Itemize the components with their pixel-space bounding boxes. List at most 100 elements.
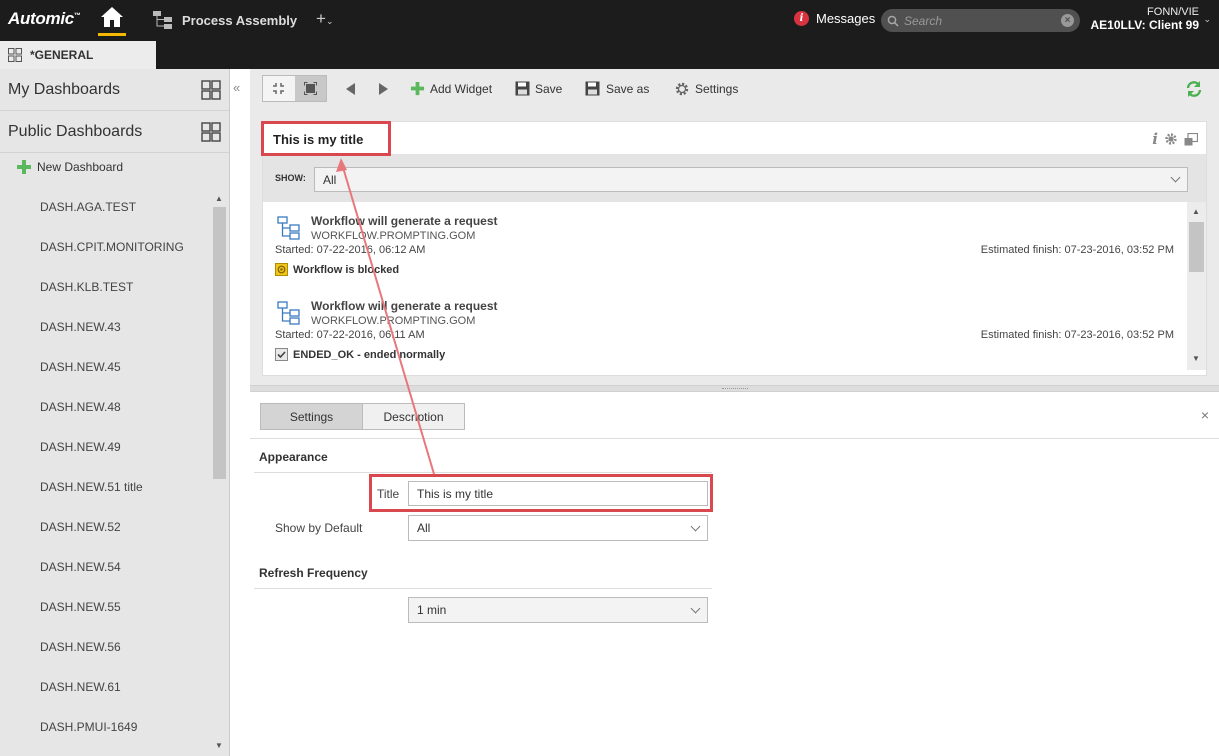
new-dashboard-button[interactable]: New Dashboard [16,159,123,175]
list-item[interactable]: DASH.NEW.43 [0,307,211,347]
clear-search-icon[interactable]: × [1061,14,1074,27]
tab-general-label: *GENERAL [30,48,94,62]
add-tab-button[interactable]: +⌄ [316,9,333,29]
dashboard-grid-icon[interactable] [201,121,221,142]
workflow-started: Started: 07-22-2016, 06:12 AM [275,244,426,256]
list-item[interactable]: Workflow will generate a request WORKFLO… [275,212,1180,292]
workflow-estimated-finish: Estimated finish: 07-23-2016, 03:52 PM [980,329,1174,341]
previous-icon[interactable] [346,83,356,95]
check-icon [275,348,288,361]
save-as-button[interactable]: Save as [585,81,649,96]
workflow-widget: This is my title i SHOW: All Workflow wi… [262,121,1207,376]
save-button[interactable]: Save [515,81,562,96]
messages-button[interactable]: i Messages [794,11,875,26]
list-item[interactable]: DASH.NEW.52 [0,507,211,547]
add-widget-button[interactable]: Add Widget [410,81,492,96]
user-chevron-icon[interactable]: ⌄ [1203,14,1211,25]
workflow-object: WORKFLOW.PROMPTING.GOM [311,230,476,242]
automic-logo[interactable]: Automic™ [8,9,81,29]
full-view-button[interactable] [294,76,326,101]
splitter-grip[interactable] [722,388,748,390]
maximize-widget-icon[interactable] [1184,132,1198,146]
gear-icon[interactable] [1164,132,1178,146]
show-label: SHOW: [275,173,306,183]
list-item[interactable]: DASH.NEW.51 title [0,467,211,507]
list-item[interactable]: DASH.KLB.TEST [0,267,211,307]
list-item[interactable]: DASH.NEW.45 [0,347,211,387]
chevron-down-icon [690,603,701,613]
info-icon[interactable]: i [1152,130,1158,148]
appearance-heading: Appearance [259,450,328,464]
list-item[interactable]: DASH.NEW.56 [0,627,211,667]
list-item[interactable]: DASH.AGA.TEST [0,187,211,227]
next-icon[interactable] [378,83,388,95]
dashboard-grid-icon[interactable] [201,79,221,100]
settings-button[interactable]: Settings [674,81,738,97]
workflow-object: WORKFLOW.PROMPTING.GOM [311,315,476,327]
user-menu[interactable]: FONN/VIE AE10LLV: Client 99 [1091,6,1199,32]
fit-view-button[interactable] [263,76,295,101]
workflow-estimated-finish: Estimated finish: 07-23-2016, 03:52 PM [980,244,1174,256]
alert-icon: i [794,11,809,26]
public-dashboards-header[interactable]: Public Dashboards [0,111,229,153]
workflow-started: Started: 07-22-2016, 06:11 AM [275,329,425,341]
list-item[interactable]: Workflow will generate a request WORKFLO… [275,297,1180,370]
list-item[interactable]: DASH.NEW.54 [0,547,211,587]
list-item[interactable]: DASH.CPIT.MONITORING [0,227,211,267]
show-by-default-value: All [417,521,431,535]
workflow-icon [153,11,172,29]
plus-icon [17,160,31,174]
scroll-down-icon[interactable]: ▼ [1192,354,1200,363]
divider [250,438,1219,439]
scrollbar-thumb[interactable] [1189,222,1204,272]
scrollbar-thumb[interactable] [213,207,226,479]
highlight-box-widget-title [261,121,391,156]
workflow-name: Workflow will generate a request [311,214,498,228]
show-by-default-select[interactable]: All [408,515,708,541]
widget-scrollbar[interactable]: ▲ ▼ [1187,202,1206,370]
search-input[interactable] [904,13,1061,28]
collapse-sidebar-icon[interactable]: « [233,80,240,95]
tab-settings[interactable]: Settings [261,404,363,429]
home-button[interactable] [98,5,126,36]
refresh-frequency-heading: Refresh Frequency [259,566,368,580]
close-icon[interactable]: × [1201,407,1209,423]
list-item[interactable]: DASH.PMUI-1649 [0,707,211,747]
workflow-status: Workflow is blocked [293,263,400,276]
public-dashboards-label: Public Dashboards [8,122,143,140]
process-assembly-tab[interactable]: Process Assembly [152,10,297,30]
workflow-list: Workflow will generate a request WORKFLO… [263,202,1187,370]
gear-icon [675,82,689,96]
list-item[interactable]: DASH.NEW.48 [0,387,211,427]
save-label: Save [535,81,563,96]
dashboard-list: DASH.AGA.TEST DASH.CPIT.MONITORING DASH.… [0,187,211,747]
workflow-status: ENDED_OK - ended normally [293,348,446,361]
sidebar-scrollbar[interactable]: ▲ ▼ [211,189,228,756]
save-icon [515,81,530,96]
settings-label: Settings [695,82,739,96]
tab-general[interactable]: *GENERAL [0,41,156,69]
search-box: × [881,9,1080,32]
list-item[interactable]: DASH.NEW.55 [0,587,211,627]
divider [254,588,712,589]
sidebar: My Dashboards Public Dashboards New Dash… [0,69,230,756]
show-filter-value: All [323,172,337,187]
tab-description[interactable]: Description [363,404,464,429]
scroll-up-icon[interactable]: ▲ [215,194,223,203]
list-item[interactable]: DASH.NEW.61 [0,667,211,707]
toolbar: Add Widget Save Save as Settings [250,69,1219,110]
show-filter-select[interactable]: All [314,167,1188,192]
refresh-frequency-select[interactable]: 1 min [408,597,708,623]
my-dashboards-header[interactable]: My Dashboards [0,69,229,111]
widget-filter-bar: SHOW: All [263,154,1206,202]
list-item[interactable]: DASH.NEW.49 [0,427,211,467]
pane-splitter[interactable] [250,385,1219,392]
top-bar: Automic™ Process Assembly +⌄ i Messages … [0,0,1219,41]
add-widget-label: Add Widget [430,81,493,96]
scroll-up-icon[interactable]: ▲ [1192,207,1200,216]
divider [254,472,712,473]
scroll-down-icon[interactable]: ▼ [215,741,223,750]
save-as-icon [585,81,600,96]
my-dashboards-label: My Dashboards [8,80,121,98]
refresh-icon[interactable] [1185,80,1203,98]
